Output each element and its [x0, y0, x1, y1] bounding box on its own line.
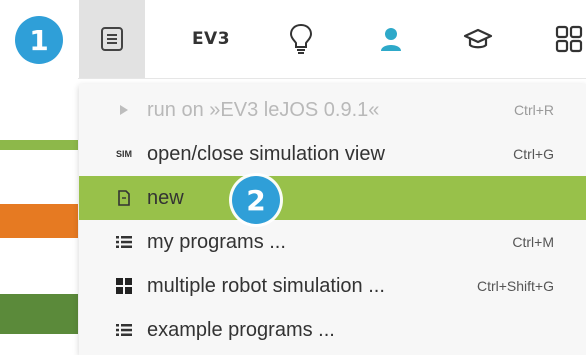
- user-menu-button[interactable]: [358, 0, 424, 78]
- simulation-icon: SIM: [115, 148, 132, 159]
- program-dropdown-menu: run on »EV3 leJOS 0.9.1« Ctrl+R SIM open…: [79, 84, 586, 355]
- new-document-icon: [115, 189, 133, 207]
- menu-item-multiple-robot-simulation[interactable]: multiple robot simulation ... Ctrl+Shift…: [79, 264, 586, 308]
- menu-item-label: example programs ...: [147, 318, 335, 341]
- menu-item-example-programs[interactable]: example programs ...: [79, 308, 586, 352]
- menu-item-shortcut: Ctrl+M: [512, 234, 554, 250]
- help-menu-button[interactable]: [268, 0, 334, 78]
- menu-item-label: run on »EV3 leJOS 0.9.1«: [147, 98, 380, 121]
- menu-item-simulation[interactable]: SIM open/close simulation view Ctrl+G: [79, 132, 586, 176]
- menu-item-my-programs[interactable]: my programs ... Ctrl+M: [79, 220, 586, 264]
- windows-icon: [115, 277, 133, 295]
- play-triangle-icon: [115, 101, 133, 119]
- graduation-cap-icon: [463, 27, 493, 51]
- menu-item-new[interactable]: new: [79, 176, 586, 220]
- canvas-gap: [0, 238, 78, 268]
- canvas-block-darkgreen: [0, 294, 78, 334]
- menu-item-label: open/close simulation view: [147, 142, 385, 165]
- menu-item-shortcut: Ctrl+Shift+G: [476, 278, 554, 294]
- lightbulb-icon: [289, 23, 313, 55]
- ev3-icon: EV3: [191, 29, 231, 49]
- menu-item-label: multiple robot simulation ...: [147, 274, 385, 297]
- program-menu-button[interactable]: [79, 0, 145, 78]
- step-2-badge: 2: [232, 176, 280, 224]
- top-toolbar: EV3: [0, 0, 586, 79]
- workspace-canvas: [0, 78, 78, 355]
- menu-item-label: my programs ...: [147, 230, 286, 253]
- menu-item-shortcut: Ctrl+G: [513, 146, 554, 162]
- gallery-grid-icon: [554, 24, 584, 54]
- user-icon: [379, 26, 403, 52]
- gallery-menu-button[interactable]: [536, 0, 586, 78]
- menu-item-label: new: [147, 186, 184, 209]
- canvas-block-green: [0, 140, 78, 150]
- robot-menu-button[interactable]: EV3: [178, 0, 244, 78]
- menu-item-run-on[interactable]: run on »EV3 leJOS 0.9.1« Ctrl+R: [79, 88, 586, 132]
- menu-item-shortcut: Ctrl+R: [513, 102, 554, 118]
- education-menu-button[interactable]: [445, 0, 511, 78]
- list-icon: [115, 233, 133, 251]
- program-menu-icon: [100, 26, 124, 52]
- list-icon: [115, 321, 133, 339]
- step-1-badge: 1: [15, 16, 63, 64]
- canvas-block-orange: [0, 204, 78, 238]
